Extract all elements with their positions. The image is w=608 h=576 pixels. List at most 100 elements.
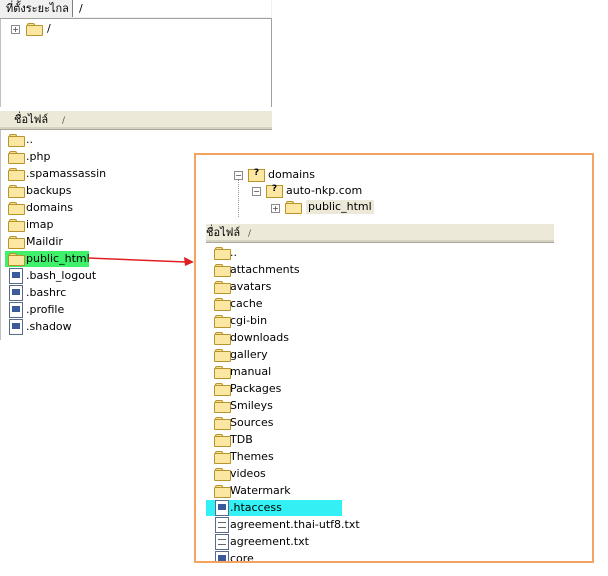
- file-icon: [215, 500, 229, 516]
- list-item[interactable]: cache: [206, 296, 554, 312]
- list-item[interactable]: Smileys: [206, 398, 554, 414]
- right-directory-tree: − ? domains − ? auto-nkp.com + public_ht…: [196, 155, 556, 221]
- list-item-label: .spamassassin: [26, 167, 107, 180]
- list-item-label: Themes: [230, 450, 274, 463]
- expand-icon[interactable]: +: [271, 204, 280, 213]
- tree-item-domains[interactable]: domains: [268, 168, 315, 182]
- question-folder-icon: ?: [248, 167, 265, 182]
- tree-item-auto-nkp[interactable]: auto-nkp.com: [286, 184, 362, 198]
- folder-icon: [8, 253, 25, 266]
- sort-indicator: /: [62, 116, 66, 126]
- directory-tree: + /: [0, 19, 272, 107]
- folder-icon: [214, 315, 231, 328]
- list-item-label: .bashrc: [26, 286, 67, 299]
- list-item-label: Maildir: [26, 235, 63, 248]
- list-item-label: domains: [26, 201, 73, 214]
- list-item[interactable]: Watermark: [206, 483, 554, 499]
- list-item-label: ..: [26, 133, 33, 146]
- list-item-label: public_html: [26, 252, 90, 265]
- list-item[interactable]: videos: [206, 466, 554, 482]
- file-icon: [9, 319, 23, 335]
- sort-indicator: /: [248, 229, 252, 239]
- folder-icon: [214, 434, 231, 447]
- collapse-icon[interactable]: −: [252, 187, 261, 196]
- folder-icon: [8, 219, 25, 232]
- folder-icon: [214, 383, 231, 396]
- collapse-icon[interactable]: −: [234, 171, 243, 180]
- filename-column-header[interactable]: ชื่อไฟล์: [14, 113, 48, 127]
- list-item[interactable]: downloads: [206, 330, 554, 346]
- list-item-label: imap: [26, 218, 54, 231]
- filename-column-header[interactable]: ชื่อไฟล์: [206, 226, 240, 240]
- file-list-header[interactable]: ชื่อไฟล์ /: [0, 110, 272, 130]
- list-item-label: backups: [26, 184, 72, 197]
- list-item-label: manual: [230, 365, 272, 378]
- list-item-label: agreement.thai-utf8.txt: [230, 518, 360, 531]
- file-icon: [9, 268, 23, 284]
- folder-icon: [214, 264, 231, 277]
- list-item[interactable]: avatars: [206, 279, 554, 295]
- question-folder-icon: ?: [266, 183, 283, 198]
- file-icon: [215, 551, 229, 561]
- folder-icon: [214, 366, 231, 379]
- list-item[interactable]: Themes: [206, 449, 554, 465]
- folder-icon: [8, 168, 25, 181]
- folder-icon: [214, 417, 231, 430]
- list-item-label: Packages: [230, 382, 282, 395]
- list-item[interactable]: attachments: [206, 262, 554, 278]
- folder-icon: [214, 485, 231, 498]
- list-item-label: gallery: [230, 348, 268, 361]
- list-item-label: Sources: [230, 416, 274, 429]
- list-item-label: .php: [26, 150, 51, 163]
- right-file-list: .. attachments avatars cache cgi-bin download…: [206, 243, 554, 563]
- folder-icon: [8, 151, 25, 164]
- file-icon: [9, 285, 23, 301]
- list-item[interactable]: .htaccess: [206, 500, 554, 516]
- list-item[interactable]: cgi-bin: [206, 313, 554, 329]
- list-item-label: ..: [230, 246, 237, 259]
- list-item-label: cache: [230, 297, 263, 310]
- list-item-label: .profile: [26, 303, 65, 316]
- remote-path-input[interactable]: /: [72, 0, 271, 17]
- folder-icon: [214, 468, 231, 481]
- list-item-label: attachments: [230, 263, 300, 276]
- list-item-label: Watermark: [230, 484, 291, 497]
- list-item[interactable]: manual: [206, 364, 554, 380]
- list-item-label: avatars: [230, 280, 272, 293]
- tree-item-public-html[interactable]: public_html: [306, 200, 374, 214]
- list-item[interactable]: Sources: [206, 415, 554, 431]
- list-item-label: .bash_logout: [26, 269, 97, 282]
- list-item-label: .htaccess: [230, 501, 282, 514]
- folder-icon: [214, 247, 231, 260]
- remote-site-label: ที่ตั้งระยะไกล: [6, 2, 69, 15]
- list-item-label: cgi-bin: [230, 314, 268, 327]
- list-item[interactable]: agreement.thai-utf8.txt: [206, 517, 554, 533]
- folder-icon: [214, 451, 231, 464]
- list-item[interactable]: ..: [206, 245, 554, 261]
- expand-icon[interactable]: +: [11, 25, 20, 34]
- folder-icon: [214, 298, 231, 311]
- text-file-icon: [215, 517, 229, 533]
- folder-icon: [214, 281, 231, 294]
- folder-icon: [8, 134, 25, 147]
- tree-root-label[interactable]: /: [47, 22, 51, 36]
- folder-icon: [214, 332, 231, 345]
- list-item-label: videos: [230, 467, 266, 480]
- list-item[interactable]: core: [206, 551, 554, 563]
- folder-icon: [8, 236, 25, 249]
- file-list-header[interactable]: ชื่อไฟล์ /: [206, 223, 554, 243]
- folder-icon: [214, 349, 231, 362]
- text-file-icon: [215, 534, 229, 550]
- list-item[interactable]: agreement.txt: [206, 534, 554, 550]
- list-item[interactable]: Packages: [206, 381, 554, 397]
- list-item[interactable]: ..: [1, 132, 273, 148]
- list-item[interactable]: gallery: [206, 347, 554, 363]
- list-item-label: agreement.txt: [230, 535, 309, 548]
- list-item-label: Smileys: [230, 399, 273, 412]
- list-item[interactable]: TDB: [206, 432, 554, 448]
- list-item-label: core: [230, 552, 254, 563]
- folder-icon: [26, 23, 43, 36]
- arrow-icon: [87, 257, 194, 266]
- remote-path-value: /: [79, 2, 83, 15]
- list-item-label: downloads: [230, 331, 289, 344]
